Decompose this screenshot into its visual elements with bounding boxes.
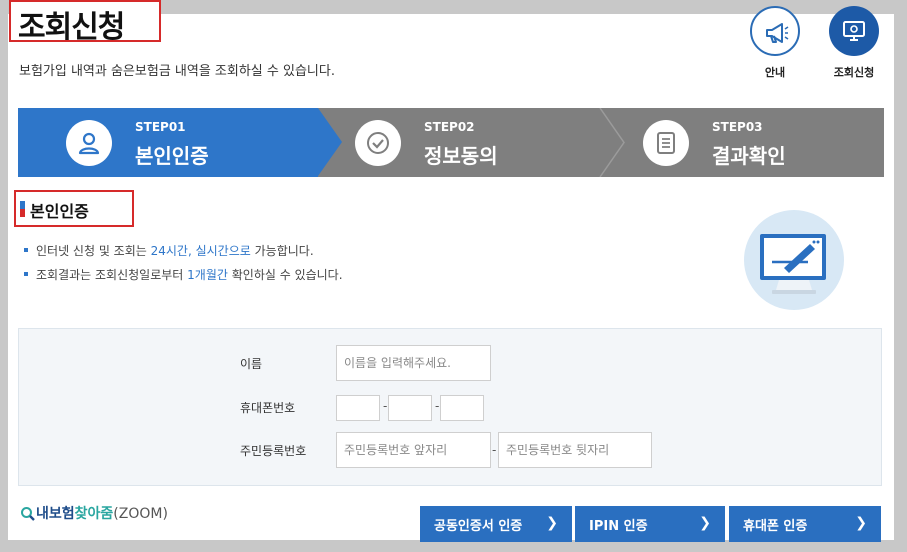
step-3-name: 결과확인 — [712, 144, 786, 168]
rrn-separator: - — [492, 443, 497, 457]
name-label: 이름 — [240, 357, 263, 371]
step-2-name: 정보동의 — [424, 144, 498, 168]
step-3-number: STEP03 — [712, 120, 763, 134]
zoom-text-suffix: (ZOOM) — [113, 506, 168, 522]
guide-button[interactable] — [750, 6, 800, 56]
rrn-label: 주민등록번호 — [240, 444, 307, 458]
bullet-icon — [24, 271, 28, 276]
page-title: 조회신청 — [18, 10, 125, 45]
notice-line-1: 인터넷 신청 및 조회는 24시간, 실시간으로 가능합니다. — [24, 242, 314, 259]
phone-input-1[interactable] — [336, 395, 380, 421]
rrn-front-input[interactable] — [336, 432, 491, 468]
computer-illustration-icon — [744, 210, 844, 310]
button-label: 공동인증서 인증 — [434, 518, 523, 534]
rrn-back-input[interactable] — [498, 432, 652, 468]
notice-text: 인터넷 신청 및 조회는 — [36, 244, 151, 258]
name-input[interactable] — [336, 345, 491, 381]
active-step-arrow — [318, 108, 342, 176]
button-label: IPIN 인증 — [589, 518, 648, 534]
page: 조회신청 보험가입 내역과 숨은보험금 내역을 조회하실 수 있습니다. 안내 … — [0, 0, 907, 552]
chevron-right-icon: ❯ — [546, 515, 558, 531]
certificate-auth-button[interactable]: 공동인증서 인증 ❯ — [420, 506, 572, 542]
section-marker — [20, 201, 25, 217]
notice-text: 가능합니다. — [250, 244, 314, 258]
inquiry-label: 조회신청 — [833, 66, 875, 79]
phone-label: 휴대폰번호 — [240, 401, 296, 415]
zoom-text-highlight: 찾아줌 — [74, 506, 114, 522]
notice-text: 조회결과는 조회신청일로부터 — [36, 268, 188, 282]
inquiry-button[interactable] — [829, 6, 879, 56]
chevron-right-icon: ❯ — [699, 515, 711, 531]
check-icon — [355, 120, 401, 166]
zoom-service-link[interactable]: 내보험찾아줌(ZOOM) — [20, 503, 168, 523]
step-1-name: 본인인증 — [135, 144, 209, 168]
step-1-number: STEP01 — [135, 120, 186, 134]
phone-separator: - — [383, 399, 388, 413]
monitor-icon — [843, 21, 865, 41]
megaphone-icon — [766, 23, 789, 43]
ipin-auth-button[interactable]: IPIN 인증 ❯ — [575, 506, 725, 542]
notice-highlight: 1개월간 — [187, 268, 228, 282]
step-progress: STEP01 본인인증 STEP02 정보동의 STEP03 결과확인 — [18, 108, 884, 177]
guide-label: 안내 — [764, 66, 786, 79]
phone-auth-button[interactable]: 휴대폰 인증 ❯ — [729, 506, 881, 542]
notice-line-2: 조회결과는 조회신청일로부터 1개월간 확인하실 수 있습니다. — [24, 266, 343, 283]
section-title: 본인인증 — [30, 202, 89, 221]
document-icon — [643, 120, 689, 166]
button-label: 휴대폰 인증 — [743, 518, 808, 534]
person-icon — [66, 120, 112, 166]
page-subtitle: 보험가입 내역과 숨은보험금 내역을 조회하실 수 있습니다. — [19, 64, 335, 79]
chevron-right-icon: ❯ — [855, 515, 867, 531]
phone-separator: - — [435, 399, 440, 413]
step-separator — [599, 108, 625, 177]
notice-highlight: 24시간, 실시간으로 — [150, 244, 251, 258]
magnifier-icon — [21, 507, 35, 521]
step-2-number: STEP02 — [424, 120, 475, 134]
bullet-icon — [24, 247, 28, 252]
zoom-text: 내보험 — [36, 506, 75, 522]
notice-text: 확인하실 수 있습니다. — [227, 268, 343, 282]
phone-input-3[interactable] — [440, 395, 484, 421]
phone-input-2[interactable] — [388, 395, 432, 421]
